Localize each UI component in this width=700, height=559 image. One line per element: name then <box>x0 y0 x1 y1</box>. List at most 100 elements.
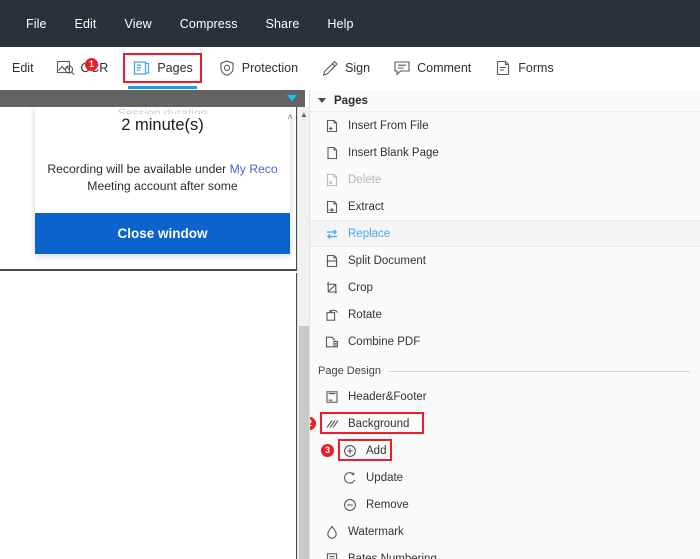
panel-item-label: Combine PDF <box>348 335 421 348</box>
crop-icon <box>324 280 340 296</box>
ribbon-tab-sign[interactable]: Sign <box>313 55 377 81</box>
bates-numbering-icon <box>324 551 340 559</box>
document-scrollbar[interactable]: ▲ <box>297 107 309 559</box>
menu-item-view[interactable]: View <box>111 13 166 35</box>
document-toolbar-band <box>0 90 305 107</box>
panel-item-label: Add <box>366 444 387 457</box>
panel-item-remove-background[interactable]: Remove <box>310 491 700 518</box>
ribbon-tab-ocr[interactable]: OCR <box>49 55 116 81</box>
panel-header[interactable]: Pages <box>310 90 700 112</box>
panel-item-add-background[interactable]: 3 Add <box>310 437 700 464</box>
panel-item-label: Insert Blank Page <box>348 146 439 159</box>
panel-item-label: Delete <box>348 173 382 186</box>
background-icon <box>324 416 340 432</box>
panel-item-label: Extract <box>348 200 384 213</box>
ribbon-label-comment: Comment <box>417 61 472 75</box>
combine-pdf-icon <box>324 334 340 350</box>
panel-item-combine-pdf[interactable]: Combine PDF <box>310 328 700 355</box>
pages-icon <box>132 58 152 78</box>
panel-item-label: Replace <box>348 227 391 240</box>
callout-badge-1: 1 <box>85 58 98 71</box>
menu-bar: File Edit View Compress Share Help <box>0 0 700 47</box>
pen-icon <box>320 58 340 78</box>
panel-section-label: Page Design <box>318 365 381 377</box>
menu-item-help[interactable]: Help <box>313 13 367 35</box>
watermark-icon <box>324 524 340 540</box>
chevron-down-icon[interactable] <box>318 98 326 103</box>
rotate-icon <box>324 307 340 323</box>
ribbon-tab-pages[interactable]: Pages <box>123 53 202 89</box>
document-view: Session duration 2 minute(s) Recording w… <box>0 107 305 559</box>
dialog-scroll-up-arrow[interactable]: ˄ <box>284 112 296 122</box>
dialog-message-line1-pre: Recording will be available under <box>47 162 230 176</box>
forms-icon <box>493 58 513 78</box>
ribbon-tab-forms[interactable]: Forms <box>486 55 560 81</box>
menu-item-share[interactable]: Share <box>252 13 314 35</box>
update-circle-icon <box>342 470 358 486</box>
callout-badge-3: 3 <box>321 444 334 457</box>
panel-section-page-design: Page Design <box>310 359 700 383</box>
shield-icon <box>217 58 237 78</box>
ribbon-tab-protection[interactable]: Protection <box>210 55 305 81</box>
scrollbar-thumb[interactable] <box>299 326 309 559</box>
extract-icon <box>324 199 340 215</box>
header-footer-icon <box>324 389 340 405</box>
panel-item-label: Watermark <box>348 525 404 538</box>
comment-icon <box>392 58 412 78</box>
callout-badge-2: 2 <box>310 417 316 430</box>
panel-item-label: Header&Footer <box>348 390 427 403</box>
insert-from-file-icon <box>324 118 340 134</box>
panel-item-rotate[interactable]: Rotate <box>310 301 700 328</box>
panel-item-insert-blank-page[interactable]: Insert Blank Page <box>310 139 700 166</box>
recording-dialog: Session duration 2 minute(s) Recording w… <box>35 107 293 254</box>
panel-item-delete: Delete <box>310 166 700 193</box>
menu-item-compress[interactable]: Compress <box>166 13 252 35</box>
panel-item-label: Remove <box>366 498 409 511</box>
panel-item-label: Update <box>366 471 404 484</box>
my-recordings-link[interactable]: My Reco <box>230 162 278 176</box>
panel-item-bates-numbering[interactable]: Bates Numbering <box>310 545 700 559</box>
panel-header-label: Pages <box>334 94 368 107</box>
ribbon-label-protection: Protection <box>241 61 299 75</box>
add-circle-icon <box>342 443 358 459</box>
insert-blank-page-icon <box>324 145 340 161</box>
ocr-icon <box>56 58 76 78</box>
split-document-icon <box>324 253 340 269</box>
panel-item-label: Rotate <box>348 308 382 321</box>
panel-item-crop[interactable]: Crop <box>310 274 700 301</box>
ribbon-label-forms: Forms <box>518 61 554 75</box>
app-window: File Edit View Compress Share Help Edit … <box>0 0 700 559</box>
dialog-duration: 2 minute(s) <box>121 116 204 134</box>
active-tab-underline <box>128 86 197 89</box>
panel-item-insert-from-file[interactable]: Insert From File <box>310 112 700 139</box>
ribbon-label-sign: Sign <box>345 61 371 75</box>
panel-item-split-document[interactable]: Split Document <box>310 247 700 274</box>
chevron-down-icon[interactable] <box>287 95 297 101</box>
panel-item-watermark[interactable]: Watermark <box>310 518 700 545</box>
close-window-button[interactable]: Close window <box>35 213 290 254</box>
ribbon-label-pages: Pages <box>157 61 193 75</box>
ribbon-tab-comment[interactable]: Comment <box>385 55 478 81</box>
dialog-message: Recording will be available under My Rec… <box>35 135 290 213</box>
panel-item-label: Insert From File <box>348 119 429 132</box>
section-divider <box>388 370 690 372</box>
ribbon-label-edit: Edit <box>12 61 34 75</box>
menu-item-file[interactable]: File <box>12 13 61 35</box>
ribbon-toolbar: Edit OCR Pages <box>0 47 700 90</box>
dialog-message-line2: Meeting account after some <box>87 179 238 193</box>
panel-item-background[interactable]: 2 Background <box>310 410 700 437</box>
panel-item-label: Bates Numbering <box>348 552 437 559</box>
menu-item-edit[interactable]: Edit <box>61 13 111 35</box>
panel-item-label: Split Document <box>348 254 426 267</box>
panel-item-label: Crop <box>348 281 373 294</box>
remove-circle-icon <box>342 497 358 513</box>
panel-item-header-footer[interactable]: Header&Footer <box>310 383 700 410</box>
panel-item-label: Background <box>348 417 410 430</box>
panel-item-update-background[interactable]: Update <box>310 464 700 491</box>
replace-icon <box>324 226 340 242</box>
ribbon-tab-edit[interactable]: Edit <box>4 58 41 78</box>
panel-item-extract[interactable]: Extract <box>310 193 700 220</box>
pages-side-panel: Pages Insert From File Insert Blank Page… <box>309 90 700 559</box>
panel-item-replace[interactable]: Replace <box>310 220 700 247</box>
document-page-lower <box>0 273 297 559</box>
